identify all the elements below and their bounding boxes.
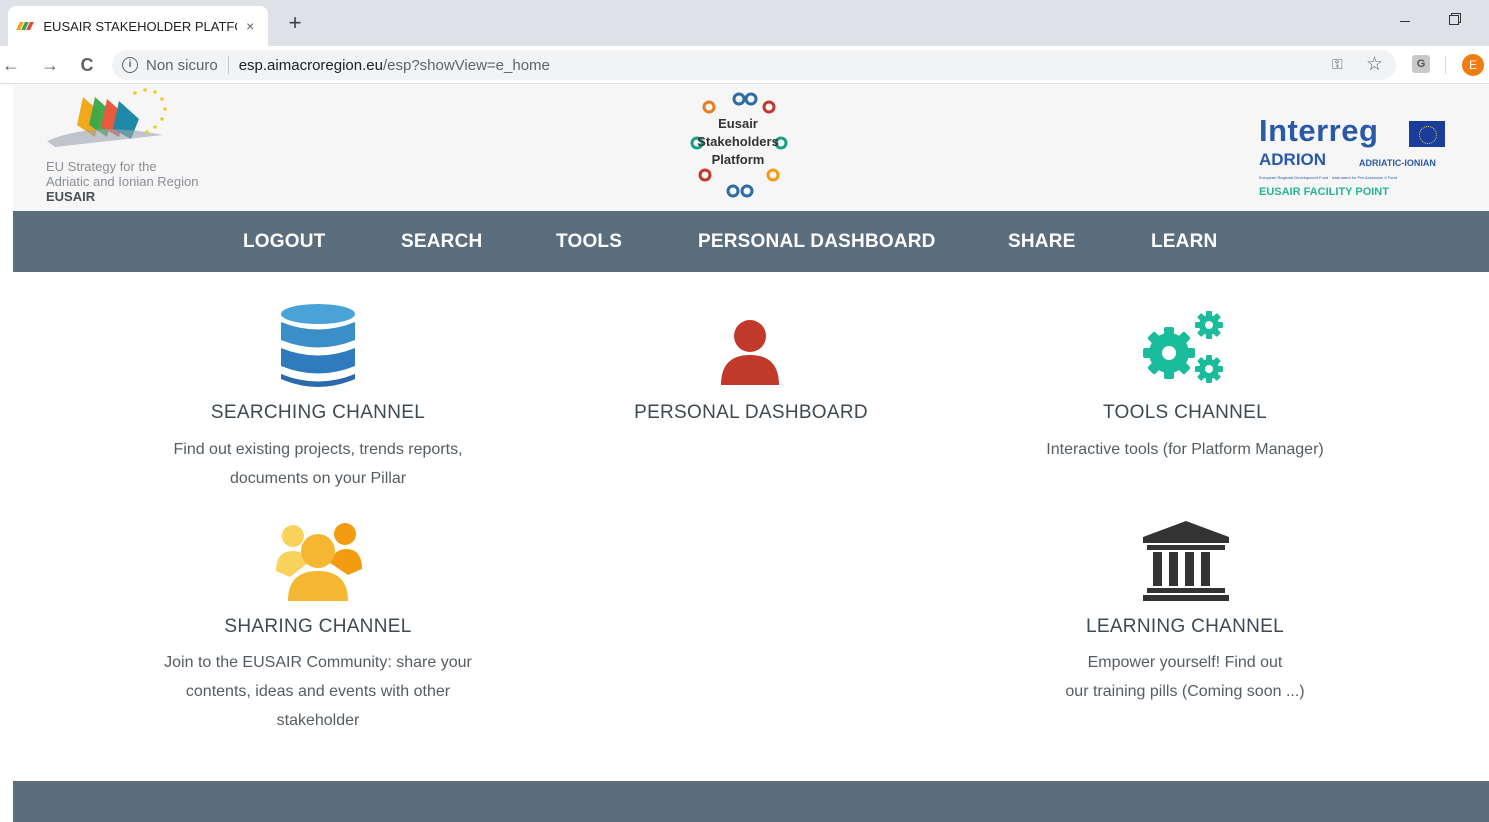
eusair-favicon-icon [16,20,34,32]
eu-flag-icon [1409,121,1445,147]
nav-personal-dashboard[interactable]: PERSONAL DASHBOARD [698,231,936,253]
profile-avatar[interactable]: E [1462,54,1484,76]
sharing-desc-line3: stakeholder [276,712,360,729]
forward-button[interactable]: → [38,53,62,77]
facility-point-label: EUSAIR FACILITY POINT [1259,186,1389,198]
new-tab-button[interactable]: + [284,12,306,36]
searching-channel-description: Find out existing projects, trends repor… [133,435,503,493]
nav-logout[interactable]: LOGOUT [243,231,325,253]
browser-tab-bar: EUSAIR STAKEHOLDER PLATFORM × + [0,0,1489,46]
site-header: EU Strategy for the Adriatic and Ionian … [13,85,1489,211]
esp-platform-name: Eusair Stakeholders Platform [693,115,783,169]
institution-icon[interactable] [1143,521,1229,601]
learning-desc-line2: our training pills (Coming soon ...) [1065,683,1305,700]
tools-channel-title[interactable]: TOOLS CHANNEL [1035,402,1335,424]
esp-name-line3: Platform [711,152,765,167]
users-icon[interactable] [276,521,362,601]
learning-channel-description: Empower yourself! Find out our training … [1000,648,1370,706]
minimize-window-icon[interactable] [1396,8,1414,28]
eusair-tagline-line2: Adriatic and Ionian Region [46,174,199,189]
user-icon[interactable] [719,319,781,387]
security-label[interactable]: Non sicuro [146,57,218,74]
searching-desc-line1: Find out existing projects, trends repor… [173,441,463,458]
back-button[interactable]: ← [2,53,20,77]
gears-icon[interactable] [1141,309,1229,389]
tab-title: EUSAIR STAKEHOLDER PLATFORM [43,18,236,34]
erdf-note: European Regional Development Fund · Ins… [1259,175,1397,180]
sharing-channel-description: Join to the EUSAIR Community: share your… [128,648,508,735]
esp-name-line1: Eusair [718,116,758,131]
tab-close-icon[interactable]: × [243,18,258,34]
interreg-title: Interreg [1259,113,1379,148]
nav-tools[interactable]: TOOLS [556,231,622,253]
tools-desc-line1: Interactive tools (for Platform Manager) [1046,441,1324,458]
database-icon[interactable] [279,303,357,391]
main-nav: LOGOUT SEARCH TOOLS PERSONAL DASHBOARD S… [13,211,1489,272]
eusair-short-name: EUSAIR [46,189,96,204]
page-footer [13,781,1489,822]
personal-dashboard-title[interactable]: PERSONAL DASHBOARD [601,402,901,424]
searching-channel-title[interactable]: SEARCHING CHANNEL [168,402,468,424]
browser-tab[interactable]: EUSAIR STAKEHOLDER PLATFORM × [8,6,268,46]
interreg-adrion-logo[interactable]: Interreg ADRION ADRIATIC-IONIAN European… [1259,113,1459,203]
restore-window-icon[interactable] [1446,8,1464,28]
sharing-desc-line2: contents, ideas and events with other [185,683,451,700]
nav-share[interactable]: SHARE [1008,231,1076,253]
adrion-label: ADRION [1259,150,1327,169]
extension-icon[interactable]: G [1412,55,1430,73]
url-path[interactable]: /esp?showView=e_home [383,57,550,74]
reload-button[interactable]: C [75,53,99,77]
toolbar-separator [1445,56,1446,74]
nav-search[interactable]: SEARCH [401,231,482,253]
info-icon[interactable]: i [122,57,138,73]
adriatic-ionian-label: ADRIATIC-IONIAN [1359,158,1436,168]
browser-toolbar: ← → C i Non sicuro esp.aimacroregion.eu … [0,46,1489,84]
nav-learn[interactable]: LEARN [1151,231,1217,253]
esp-name-line2: Stakeholders [697,134,779,149]
eusair-tagline-line1: EU Strategy for the [46,159,157,174]
tools-channel-description: Interactive tools (for Platform Manager) [1000,435,1370,464]
bookmark-star-icon[interactable]: ☆ [1366,53,1383,76]
url-host[interactable]: esp.aimacroregion.eu [239,57,383,74]
learning-desc-line1: Empower yourself! Find out [1087,654,1283,671]
eusair-tagline: EU Strategy for the Adriatic and Ionian … [46,159,199,204]
sharing-desc-line1: Join to the EUSAIR Community: share your [164,654,472,671]
address-separator [227,56,229,74]
key-icon[interactable]: ⚿ [1332,56,1343,73]
address-bar[interactable]: i Non sicuro esp.aimacroregion.eu /esp?s… [112,50,1396,80]
sharing-channel-title[interactable]: SHARING CHANNEL [168,616,468,638]
page: EU Strategy for the Adriatic and Ionian … [13,85,1489,822]
learning-channel-title[interactable]: LEARNING CHANNEL [1035,616,1335,638]
searching-desc-line2: documents on your Pillar [229,470,407,487]
